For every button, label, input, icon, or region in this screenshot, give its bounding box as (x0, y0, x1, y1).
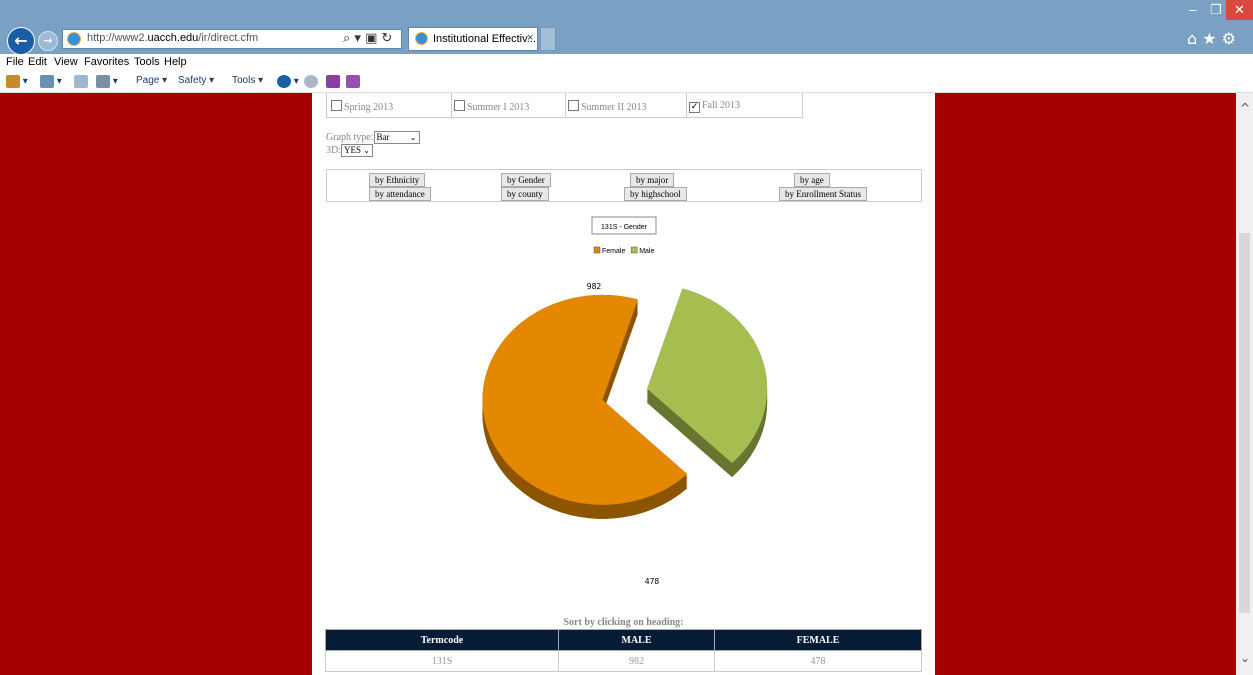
back-arrow-icon: ← (14, 31, 28, 50)
scroll-up-icon[interactable]: ^ (1238, 101, 1252, 115)
address-tools-icons[interactable]: ⌕ ▾ ▣ ↻ (343, 31, 392, 46)
by-ethnicity-button[interactable]: by Ethnicity (369, 173, 426, 187)
scroll-thumb[interactable] (1239, 233, 1250, 613)
vertical-scrollbar[interactable]: ^ ⌄ (1236, 93, 1253, 675)
maximize-button[interactable]: ❐ (1206, 0, 1226, 20)
termcode-cell: 131S (325, 650, 559, 672)
term-summer-ii-2013[interactable]: Summer II 2013 (568, 100, 647, 113)
menu-tools[interactable]: Tools (134, 56, 160, 68)
scroll-down-icon[interactable]: ⌄ (1238, 651, 1252, 665)
graph-type-select[interactable]: Bar ⌄ (373, 131, 420, 144)
by-county-button[interactable]: by county (501, 187, 549, 201)
command-bar: ▾ ▾ ▾ Page ▾ Safety ▾ Tools ▾ ▾ (0, 71, 1253, 93)
gear-icon[interactable] (304, 75, 318, 88)
url-text[interactable]: http://www2.uacch.edu/ir/direct.cfm (87, 32, 258, 44)
menu-favorites[interactable]: Favorites (84, 56, 129, 68)
chart-area: 131S - Gender Female Male 982 478 (446, 211, 803, 601)
checkbox-icon[interactable] (454, 100, 465, 111)
legend-swatch-male (630, 246, 638, 254)
page-viewport: Spring 2013 Summer I 2013 Summer II 2013… (0, 93, 1253, 675)
minimize-button[interactable]: – (1180, 0, 1206, 20)
menu-view[interactable]: View (54, 56, 78, 68)
female-header[interactable]: FEMALE (714, 629, 922, 651)
print-icon[interactable]: ▾ (96, 75, 118, 88)
legend-label-male: Male (639, 248, 654, 255)
tools-menu[interactable]: Tools ▾ (232, 75, 263, 86)
checkbox-icon[interactable] (331, 100, 342, 111)
chevron-down-icon: ⌄ (409, 133, 417, 142)
by-enrollment-status-button[interactable]: by Enrollment Status (779, 187, 867, 201)
female-cell: 478 (714, 650, 922, 672)
table-header-row: Termcode MALE FEMALE (325, 629, 922, 651)
close-window-button[interactable]: ✕ (1226, 0, 1253, 20)
male-header[interactable]: MALE (558, 629, 715, 651)
graph-type-label: Graph type: (326, 131, 374, 143)
grouping-buttons-box: by Ethnicity by Gender by major by age b… (326, 169, 922, 202)
menu-edit[interactable]: Edit (28, 56, 47, 68)
graph-type-row: Graph type: Bar ⌄ (326, 131, 420, 144)
termcode-header[interactable]: Termcode (325, 629, 559, 651)
chart-title: 131S - Gender (601, 224, 648, 231)
term-summer-i-2013[interactable]: Summer I 2013 (454, 100, 529, 113)
safety-menu[interactable]: Safety ▾ (178, 75, 214, 86)
table-row: 131S 982 478 (325, 650, 922, 672)
tab-close-icon[interactable]: × (527, 32, 533, 44)
term-fall-2013[interactable]: ✓ Fall 2013 (689, 100, 740, 113)
browser-tab[interactable]: Institutional Effectiv... × (408, 27, 538, 51)
gender-pie-chart: 131S - Gender Female Male 982 478 (482, 216, 768, 586)
onenote-linked-icon[interactable] (346, 75, 360, 88)
content-column: Spring 2013 Summer I 2013 Summer II 2013… (312, 93, 935, 675)
ie-site-icon (67, 32, 81, 46)
forward-arrow-icon: → (43, 34, 53, 47)
by-age-button[interactable]: by age (794, 173, 830, 187)
data-label-female: 982 (587, 282, 602, 291)
tab-title: Institutional Effectiv... (433, 33, 536, 45)
divider (565, 93, 566, 117)
navigation-bar: ← → http://www2.uacch.edu/ir/direct.cfm … (0, 24, 1253, 55)
slice-male (647, 288, 768, 464)
chevron-down-icon: ⌄ (363, 146, 370, 155)
by-major-button[interactable]: by major (630, 173, 675, 187)
address-bar[interactable]: http://www2.uacch.edu/ir/direct.cfm ⌕ ▾ … (62, 29, 402, 49)
tab-ie-icon (415, 32, 428, 45)
menu-help[interactable]: Help (164, 56, 187, 68)
forward-button[interactable]: → (38, 31, 58, 51)
back-button[interactable]: ← (7, 27, 35, 55)
onenote-icon[interactable] (326, 75, 340, 88)
term-spring-2013[interactable]: Spring 2013 (331, 100, 393, 113)
checked-checkbox-icon[interactable]: ✓ (689, 102, 700, 113)
divider (686, 93, 687, 117)
feeds-icon[interactable]: ▾ (40, 75, 62, 88)
legend-label-female: Female (602, 248, 625, 255)
threed-select[interactable]: YES ⌄ (341, 144, 373, 157)
mail-icon[interactable] (74, 75, 88, 88)
legend-swatch-female (593, 246, 601, 254)
menu-file[interactable]: File (6, 56, 24, 68)
data-label-male: 478 (645, 577, 660, 586)
data-table: Termcode MALE FEMALE 131S 982 478 (325, 629, 922, 672)
sort-instruction: Sort by clicking on heading: (563, 617, 684, 628)
help-icon[interactable]: ▾ (277, 75, 299, 88)
title-bar: – ❐ ✕ (0, 0, 1253, 24)
by-attendance-button[interactable]: by attendance (369, 187, 431, 201)
new-tab-button[interactable] (540, 27, 556, 51)
term-filter-box: Spring 2013 Summer I 2013 Summer II 2013… (326, 93, 803, 118)
threed-row: 3D: YES ⌄ (326, 144, 373, 157)
by-gender-button[interactable]: by Gender (501, 173, 551, 187)
home-favorites-settings-icons[interactable]: ⌂ ★ ⚙ (1187, 29, 1236, 48)
divider (451, 93, 452, 117)
menu-bar: File Edit View Favorites Tools Help (0, 54, 1253, 71)
page-menu[interactable]: Page ▾ (136, 75, 167, 86)
checkbox-icon[interactable] (568, 100, 579, 111)
home-icon[interactable]: ▾ (6, 75, 28, 88)
threed-label: 3D: (326, 144, 341, 156)
by-highschool-button[interactable]: by highschool (624, 187, 687, 201)
male-cell: 982 (558, 650, 715, 672)
